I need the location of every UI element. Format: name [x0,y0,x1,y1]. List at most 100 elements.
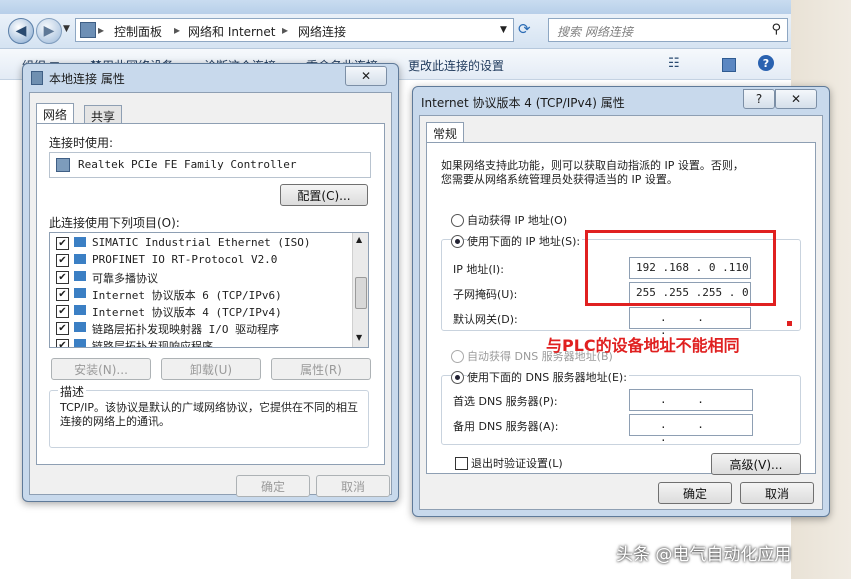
dialog-title: Internet 协议版本 4 (TCP/IPv4) 属性 [421,96,625,110]
checkbox-checked-icon[interactable]: ✔ [56,254,69,267]
breadcrumb-separator-icon: ▸ [174,23,181,37]
checkbox-checked-icon[interactable]: ✔ [56,288,69,301]
auto-ip-label: 自动获得 IP 地址(O) [467,214,568,227]
list-scrollbar[interactable]: ▲ ▼ [352,233,368,347]
alternate-dns-field[interactable]: . . . [629,414,753,444]
recent-pages-chevron-icon[interactable]: ▼ [63,24,70,34]
checkbox-checked-icon[interactable]: ✔ [56,271,69,284]
preferred-dns-label: 首选 DNS 服务器(P): [453,395,558,408]
control-panel-icon [80,22,96,38]
checkbox-checked-icon[interactable]: ✔ [56,237,69,250]
checkbox-checked-icon[interactable]: ✔ [56,339,69,347]
highlight-box [585,230,776,306]
description-group: 描述 TCP/IP。该协议是默认的广域网络协议，它提供在不同的相互连接的网络上的… [49,383,369,448]
uninstall-button[interactable]: 卸载(U) [161,358,261,380]
list-item[interactable]: ✔ Internet 协议版本 6 (TCP/IPv6) [50,286,352,303]
preview-pane-icon[interactable] [722,58,736,72]
search-icon[interactable]: ⚲ [771,22,781,37]
protocol-icon [74,322,86,332]
dialog-panel: 常规 如果网络支持此功能，则可以获取自动指派的 IP 设置。否则， 您需要从网络… [419,115,823,510]
manual-dns-label: 使用下面的 DNS 服务器地址(E): [467,369,629,385]
subnet-mask-label: 子网掩码(U): [453,288,518,301]
validate-checkbox[interactable] [455,457,468,470]
change-settings-command[interactable]: 更改此连接的设置 [408,57,504,74]
alternate-dns-label: 备用 DNS 服务器(A): [453,420,559,433]
ok-button[interactable]: 确定 [658,482,732,504]
tab-network[interactable]: 网络 [36,103,75,125]
manual-ip-label: 使用下面的 IP 地址(S): [467,233,583,249]
breadcrumb-separator-icon: ▸ [98,23,105,37]
close-icon: ✕ [360,69,372,83]
manual-ip-radio-selected[interactable] [451,235,464,248]
cancel-button[interactable]: 取消 [740,482,814,504]
help-icon[interactable]: ? [758,55,774,71]
list-item-label: 链路层拓扑发现映射器 I/O 驱动程序 [92,323,280,336]
properties-button[interactable]: 属性(R) [271,358,371,380]
auto-ip-radio[interactable] [451,214,464,227]
annotation-marker [787,321,792,326]
adapter-name: Realtek PCIe FE Family Controller [78,158,297,171]
help-button[interactable]: ? [743,89,775,109]
breadcrumb-control-panel[interactable]: 控制面板 [114,23,162,40]
list-item-label: SIMATIC Industrial Ethernet (ISO) [92,236,311,249]
tab-content: 连接时使用: Realtek PCIe FE Family Controller… [36,123,385,465]
gateway-field[interactable]: . . . [629,307,751,337]
dialog-panel: 网络 共享 连接时使用: Realtek PCIe FE Family Cont… [29,92,392,497]
breadcrumb-network-connections[interactable]: 网络连接 [298,23,346,40]
scroll-thumb[interactable] [355,277,367,309]
checkbox-checked-icon[interactable]: ✔ [56,322,69,335]
list-item[interactable]: ✔ 链路层拓扑发现响应程序 [50,337,352,348]
protocol-icon [74,305,86,315]
search-input[interactable]: 搜索 网络连接 ⚲ [548,18,788,42]
list-item-label: 可靠多播协议 [92,272,158,285]
protocol-icon [74,271,86,281]
list-item[interactable]: ✔ SIMATIC Industrial Ethernet (ISO) [50,235,352,252]
address-dropdown-icon[interactable]: ▼ [500,25,507,35]
close-icon: ✕ [790,92,802,106]
help-icon: ? [755,92,763,106]
components-list: ✔ SIMATIC Industrial Ethernet (ISO) ✔ PR… [49,232,369,348]
validate-label: 退出时验证设置(L) [471,457,563,470]
checkbox-checked-icon[interactable]: ✔ [56,305,69,318]
watermark: 头条 @电气自动化应用 [616,545,792,565]
view-options-icon[interactable]: ☷ [668,56,680,71]
adapter-field: Realtek PCIe FE Family Controller [49,152,371,178]
gateway-label: 默认网关(D): [453,313,518,326]
forward-button-icon[interactable]: ▶ [36,18,62,44]
list-item-label: 链路层拓扑发现响应程序 [92,340,213,348]
cancel-button[interactable]: 取消 [316,475,390,497]
refresh-icon[interactable]: ⟳ [518,20,538,40]
tab-general[interactable]: 常规 [426,122,465,144]
list-item[interactable]: ✔ Internet 协议版本 4 (TCP/IPv4) [50,303,352,320]
list-item[interactable]: ✔ 可靠多播协议 [50,269,352,286]
list-item-label: PROFINET IO RT-Protocol V2.0 [92,253,278,266]
list-item[interactable]: ✔ PROFINET IO RT-Protocol V2.0 [50,252,352,269]
explorer-title-strip [0,0,791,14]
description-text: TCP/IP。该协议是默认的广域网络协议，它提供在不同的相互连接的网络上的通讯。 [60,401,358,428]
install-button[interactable]: 安装(N)... [51,358,151,380]
scroll-down-icon[interactable]: ▼ [356,333,362,342]
dialog-title: 本地连接 属性 [49,72,125,86]
advanced-button[interactable]: 高级(V)... [711,453,801,475]
tab-content: 如果网络支持此功能，则可以获取自动指派的 IP 设置。否则， 您需要从网络系统管… [426,142,816,475]
auto-dns-radio[interactable] [451,350,464,363]
manual-dns-radio-selected[interactable] [451,371,464,384]
network-adapter-icon [31,71,43,85]
configure-button[interactable]: 配置(C)... [280,184,368,206]
close-button[interactable]: ✕ [775,89,817,109]
breadcrumb-network-internet[interactable]: 网络和 Internet [188,23,275,40]
ok-button[interactable]: 确定 [236,475,310,497]
annotation-text: 与PLC的设备地址不能相同 [546,336,740,355]
preferred-dns-field[interactable]: . . . [629,389,753,419]
back-button-icon[interactable]: ◀ [8,18,34,44]
description-label: 描述 [58,383,87,400]
adapter-icon [56,158,70,172]
list-item[interactable]: ✔ 链路层拓扑发现映射器 I/O 驱动程序 [50,320,352,337]
list-item-label: Internet 协议版本 4 (TCP/IPv4) [92,306,282,319]
ip-address-label: IP 地址(I): [453,263,504,276]
close-button[interactable]: ✕ [345,66,387,86]
breadcrumb-separator-icon: ▸ [282,23,289,37]
address-bar[interactable]: ▸ 控制面板 ▸ 网络和 Internet ▸ 网络连接 ▼ [75,18,514,42]
scroll-up-icon[interactable]: ▲ [356,235,362,244]
list-item-label: Internet 协议版本 6 (TCP/IPv6) [92,289,282,302]
